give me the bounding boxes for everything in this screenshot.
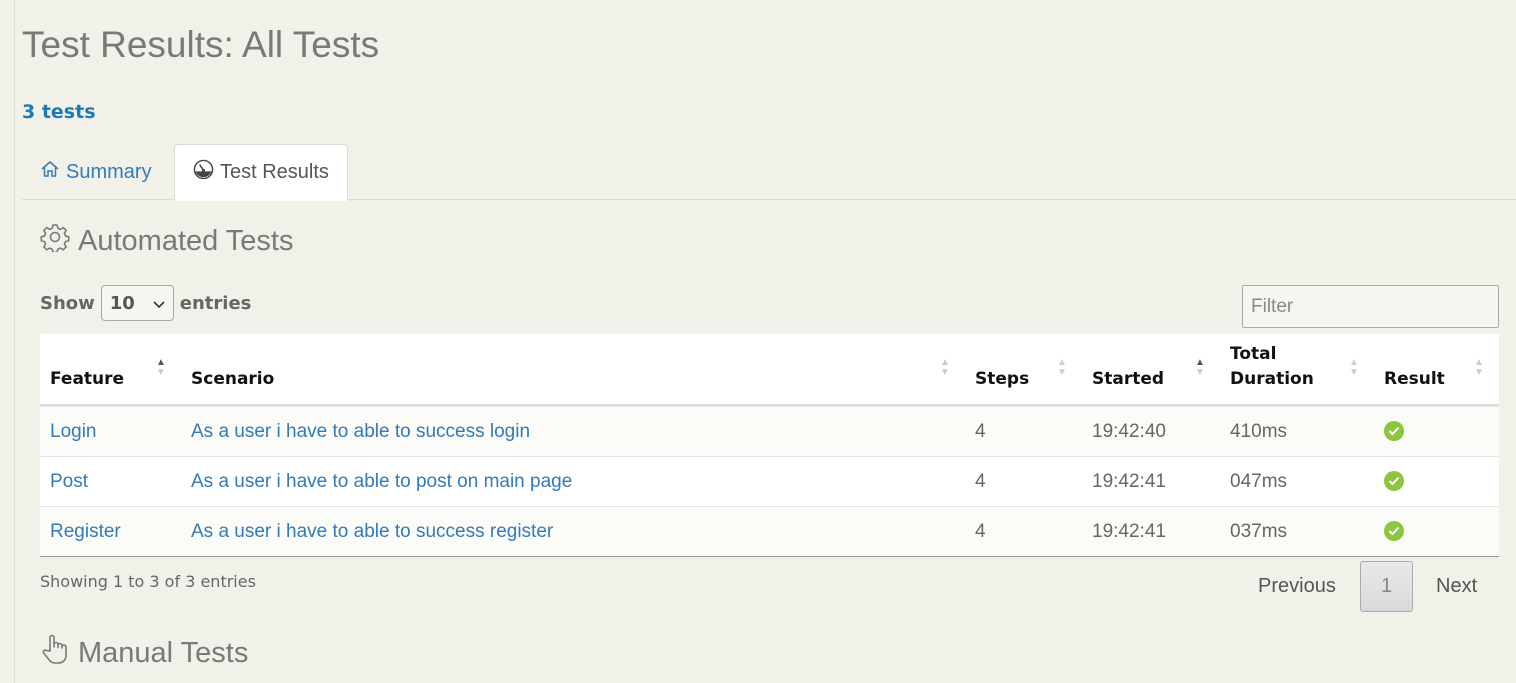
sort-icon[interactable]: ▲ ▼ xyxy=(1474,358,1484,380)
entries-per-page-select[interactable]: 10 xyxy=(100,285,174,321)
feature-link[interactable]: Register xyxy=(50,521,121,543)
pointing-hand-icon xyxy=(40,633,70,673)
check-circle-icon xyxy=(1384,421,1404,441)
tab-bar: Summary Test Results xyxy=(22,144,1516,201)
steps-value: 4 xyxy=(975,471,986,492)
automated-tests-title: Automated Tests xyxy=(78,224,294,257)
started-value: 19:42:41 xyxy=(1092,521,1166,542)
gear-icon xyxy=(40,222,70,260)
sort-icon[interactable]: ▲ ▼ xyxy=(1195,358,1205,380)
table-row: Login As a user i have to able to succes… xyxy=(40,406,1499,456)
started-value: 19:42:41 xyxy=(1092,471,1166,492)
column-header-result[interactable]: Result xyxy=(1384,367,1445,392)
tab-test-results[interactable]: Test Results xyxy=(174,144,348,201)
tab-summary-label: Summary xyxy=(66,160,152,183)
chevron-down-icon xyxy=(153,293,165,314)
sort-icon[interactable]: ▲ ▼ xyxy=(1057,358,1067,380)
column-header-feature[interactable]: Feature xyxy=(50,367,124,392)
pagination-page-1-button[interactable]: 1 xyxy=(1360,561,1413,612)
column-header-started[interactable]: Started xyxy=(1092,367,1164,392)
table-row: Post As a user i have to able to post on… xyxy=(40,456,1499,506)
column-header-total-duration[interactable]: Total Duration xyxy=(1230,342,1330,392)
dashboard-gauge-icon xyxy=(193,159,214,186)
table-body: Login As a user i have to able to succes… xyxy=(40,406,1499,556)
table-info: Showing 1 to 3 of 3 entries xyxy=(40,572,256,591)
duration-value: 047ms xyxy=(1230,471,1288,492)
column-header-steps[interactable]: Steps xyxy=(975,367,1029,392)
table-header: Feature ▲ ▼ Scenario ▲ ▼ Steps ▲ ▼ Started … xyxy=(40,334,1499,406)
check-circle-icon xyxy=(1384,521,1404,541)
show-label: Show xyxy=(40,292,95,314)
automated-tests-table: Feature ▲ ▼ Scenario ▲ ▼ Steps ▲ ▼ Started … xyxy=(40,334,1499,557)
scenario-link[interactable]: As a user i have to able to post on main… xyxy=(191,471,572,493)
automated-tests-heading: Automated Tests xyxy=(40,222,293,260)
feature-link[interactable]: Post xyxy=(50,471,88,493)
scenario-link[interactable]: As a user i have to able to success logi… xyxy=(191,421,530,443)
column-header-scenario[interactable]: Scenario xyxy=(191,367,274,392)
feature-link[interactable]: Login xyxy=(50,421,97,443)
pagination-previous-button[interactable]: Previous xyxy=(1248,561,1346,612)
manual-tests-title: Manual Tests xyxy=(78,636,249,669)
duration-value: 410ms xyxy=(1230,421,1288,442)
test-count[interactable]: 3 tests xyxy=(22,101,96,123)
scenario-link[interactable]: As a user i have to able to success regi… xyxy=(191,521,553,543)
steps-value: 4 xyxy=(975,421,986,442)
filter-input[interactable] xyxy=(1242,285,1499,328)
check-circle-icon xyxy=(1384,471,1404,491)
sort-icon[interactable]: ▲ ▼ xyxy=(1349,358,1359,380)
entries-per-page-value: 10 xyxy=(109,292,135,314)
table-row: Register As a user i have to able to suc… xyxy=(40,506,1499,556)
started-value: 19:42:40 xyxy=(1092,421,1166,442)
entries-label: entries xyxy=(179,292,252,314)
manual-tests-heading: Manual Tests xyxy=(40,633,248,673)
duration-value: 037ms xyxy=(1230,521,1288,542)
steps-value: 4 xyxy=(975,521,986,542)
sort-icon[interactable]: ▲ ▼ xyxy=(156,358,166,380)
page-title: Test Results: All Tests xyxy=(22,24,380,65)
pagination-next-button[interactable]: Next xyxy=(1426,561,1487,612)
home-icon xyxy=(40,159,60,185)
tab-test-results-label: Test Results xyxy=(220,161,329,183)
page-left-border xyxy=(14,0,15,683)
tab-summary[interactable]: Summary xyxy=(22,144,170,200)
entries-length-control: Show 10 entries xyxy=(40,285,251,321)
sort-icon[interactable]: ▲ ▼ xyxy=(940,358,950,380)
